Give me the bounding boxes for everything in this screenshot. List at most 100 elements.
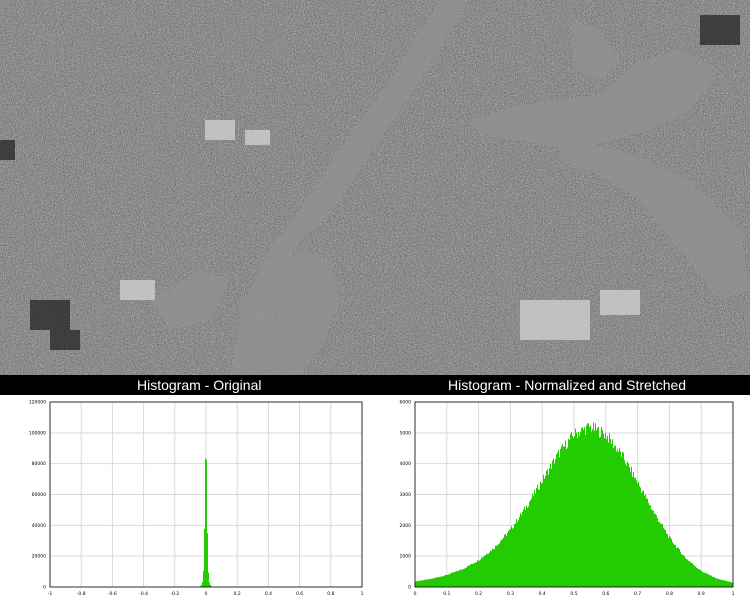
histogram-bar (703, 572, 704, 587)
y-tick-label: 2000 (400, 523, 412, 529)
histogram-bar (594, 430, 595, 587)
histogram-bar (470, 564, 471, 587)
histogram-bar (709, 574, 710, 587)
x-tick-label: 0.5 (570, 591, 577, 597)
histogram-bar (662, 524, 663, 587)
histogram-bar (203, 570, 204, 587)
histogram-bar (638, 481, 639, 587)
histogram-bar (420, 580, 421, 587)
histogram-bar (552, 460, 553, 587)
histogram-bar (460, 569, 461, 587)
histogram-bar (718, 579, 719, 587)
histogram-bar (654, 513, 655, 587)
histogram-bar (474, 563, 475, 587)
histogram-bar (446, 574, 447, 587)
histogram-bar (546, 470, 547, 587)
histogram-bar (556, 454, 557, 587)
histogram-bar (444, 575, 445, 587)
histogram-bar (202, 582, 203, 587)
histogram-bar (450, 573, 451, 587)
histogram-bar (434, 578, 435, 587)
histogram-bar (524, 506, 525, 587)
histogram-bar (673, 543, 674, 587)
histogram-bar (551, 468, 552, 587)
histogram-bar (471, 564, 472, 587)
y-tick-label: 120000 (29, 400, 46, 406)
histogram-bar (629, 467, 630, 587)
histogram-bar (453, 572, 454, 587)
histogram-bar (549, 467, 550, 587)
histogram-bar (424, 579, 425, 587)
histogram-bar (610, 438, 611, 587)
y-tick-label: 4000 (400, 461, 412, 467)
histogram-bar (536, 487, 537, 587)
histogram-bar (695, 566, 696, 587)
histogram-bar (555, 459, 556, 587)
x-tick-label: 0.2 (475, 591, 482, 597)
histogram-bar (602, 430, 603, 587)
y-tick-label: 60000 (32, 492, 46, 498)
histogram-bar (417, 581, 418, 587)
y-tick-label: 100000 (29, 430, 46, 436)
histogram-bar (628, 463, 629, 587)
histogram-bar (645, 494, 646, 587)
histogram-bar (648, 502, 649, 587)
histogram-bar (677, 547, 678, 587)
histogram-bar (668, 538, 669, 587)
histogram-bar (521, 514, 522, 587)
histogram-bar (621, 456, 622, 587)
histogram-bar (423, 580, 424, 587)
histogram-bar (669, 535, 670, 587)
histogram-bar (651, 509, 652, 587)
histogram-bar (630, 472, 631, 587)
histogram-bar (435, 577, 436, 587)
histogram-bar (582, 427, 583, 587)
histogram-bar (554, 463, 555, 587)
histogram-bar (687, 559, 688, 587)
histogram-bar (658, 521, 659, 587)
histogram-bar (467, 565, 468, 587)
histogram-bar (632, 476, 633, 587)
y-tick-label: 80000 (32, 461, 46, 467)
histogram-bar (438, 577, 439, 587)
histogram-normalized-svg: 0 0.1 0.2 0.3 0.4 0.5 0.6 0.7 0.8 0.9 1 0 1000 2000 30… (400, 400, 735, 598)
histogram-bar (427, 579, 428, 587)
histogram-bar (679, 549, 680, 587)
histogram-bar (485, 555, 486, 587)
histogram-bar (480, 559, 481, 587)
histogram-bar (706, 573, 707, 587)
histogram-bar (472, 564, 473, 587)
histogram-bar (479, 560, 480, 587)
x-tick-label: 0.1 (443, 591, 450, 597)
histogram-bar (603, 433, 604, 587)
histogram-bar (676, 548, 677, 587)
y-tick-label: 0 (43, 585, 46, 591)
x-tick-label: 0.9 (698, 591, 705, 597)
histogram-original-svg: -1 -0.8 -0.6 -0.4 -0.2 0 0.2 0.4 0.6 0.8 1 0 20000 40… (29, 400, 364, 598)
x-tick-label: -1 (48, 591, 53, 597)
histogram-bar (626, 465, 627, 587)
histogram-bar (608, 442, 609, 587)
histogram-bar (416, 581, 417, 587)
histogram-bar (589, 426, 590, 587)
histogram-bar (466, 567, 467, 587)
histogram-bar (529, 501, 530, 587)
histogram-bar (622, 451, 623, 587)
histogram-bar (688, 560, 689, 587)
histogram-bar (540, 481, 541, 587)
satellite-map-image-icon (0, 0, 750, 375)
histogram-bar (597, 427, 598, 587)
histogram-bar (573, 438, 574, 587)
histogram-bar (672, 542, 673, 587)
histogram-bar (599, 437, 600, 587)
histogram-bar (588, 423, 589, 587)
histogram-bar (455, 571, 456, 587)
histogram-bar (655, 513, 656, 587)
histogram-bar (728, 581, 729, 587)
histogram-bar (725, 580, 726, 587)
histogram-bar (661, 523, 662, 587)
histogram-bar (559, 457, 560, 587)
histogram-bar (533, 495, 534, 587)
histogram-bar (637, 483, 638, 587)
histogram-bar (571, 432, 572, 587)
